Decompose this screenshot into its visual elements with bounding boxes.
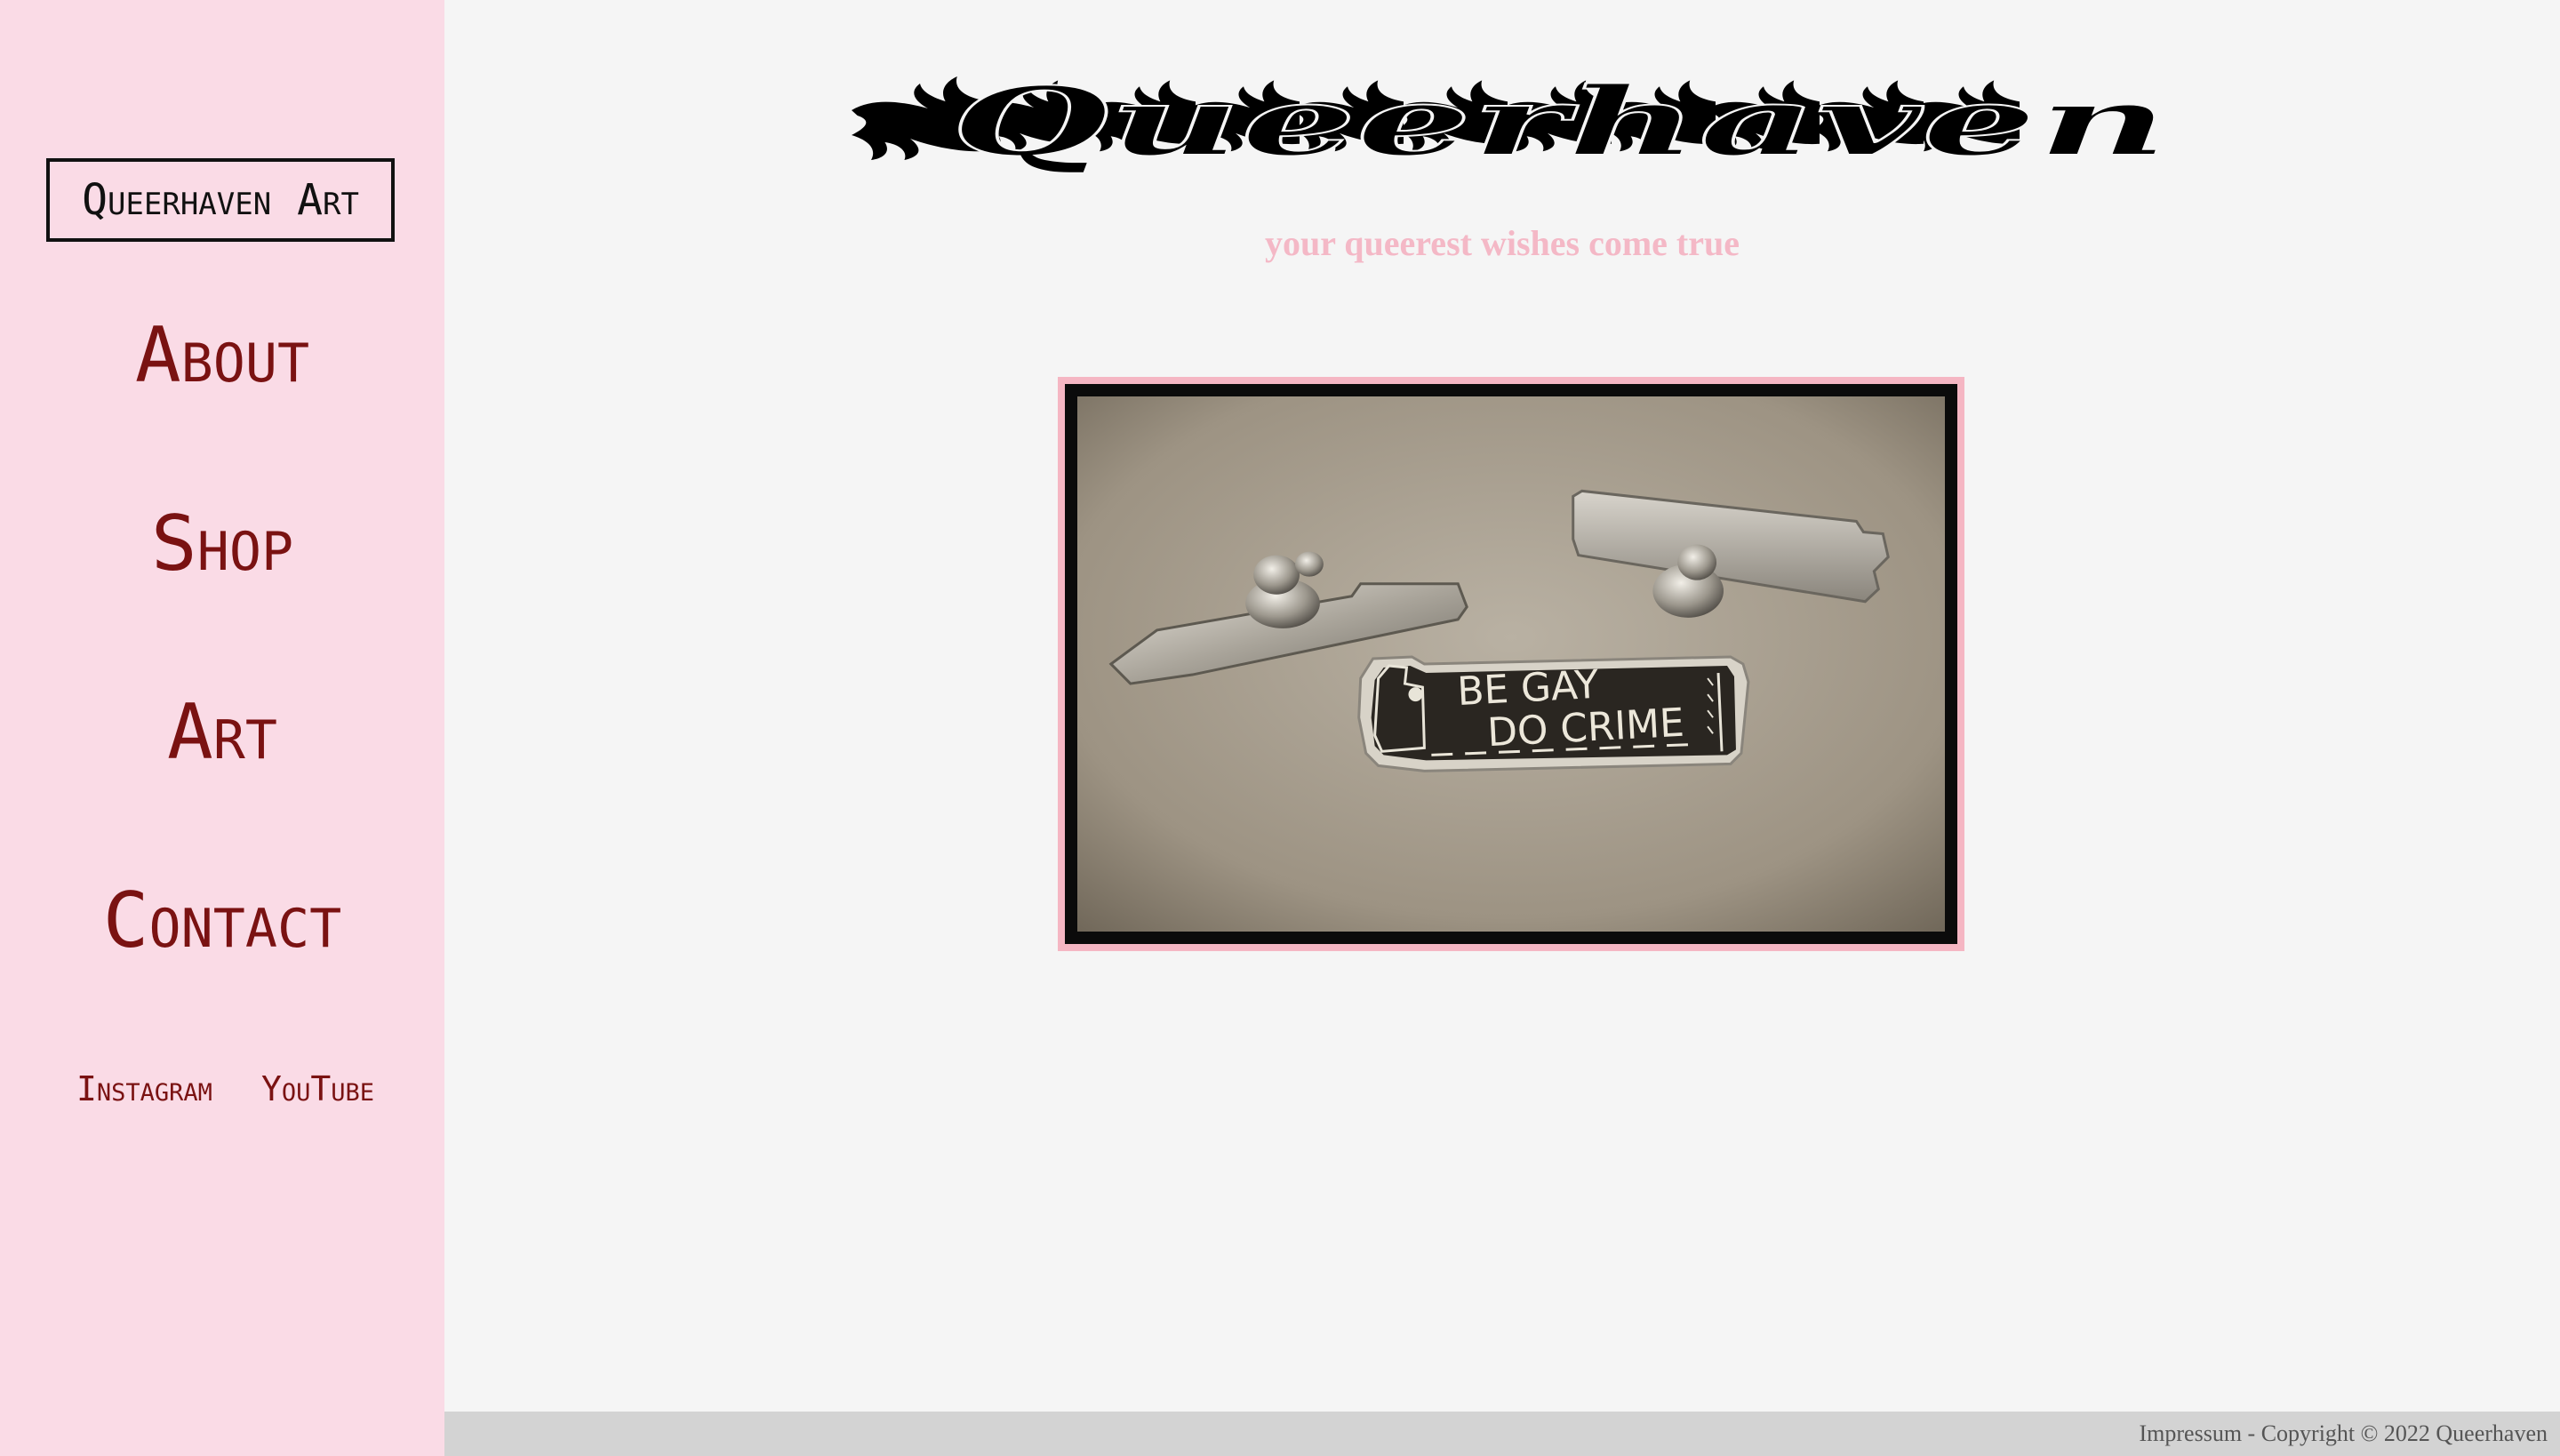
pin-front-be-gay-do-crime: BE GAY DO CRIME — [1357, 655, 1750, 772]
hero-image-frame: BE GAY DO CRIME — [1058, 377, 1964, 951]
logo-text: Queerhaven — [951, 66, 2169, 177]
instagram-link[interactable]: Instagram — [76, 1067, 212, 1111]
footer-copyright: Impressum - Copyright © 2022 Queerhaven — [2139, 1420, 2548, 1446]
nav-shop[interactable]: Shop — [0, 500, 444, 588]
nav-art[interactable]: Art — [0, 688, 444, 777]
youtube-link[interactable]: YouTube — [261, 1067, 374, 1111]
nav-about[interactable]: About — [0, 311, 444, 400]
hero-photo-enamel-pins: BE GAY DO CRIME — [1077, 396, 1945, 932]
nav-contact[interactable]: Contact — [0, 876, 444, 965]
sidebar: Queerhaven Art About Shop Art Contact In… — [0, 0, 444, 1456]
brand-link[interactable]: Queerhaven Art — [46, 158, 395, 242]
tagline: your queerest wishes come true — [1265, 223, 1740, 263]
site-logo[interactable]: Queerhaven — [852, 62, 2180, 178]
footer: Impressum - Copyright © 2022 Queerhaven — [444, 1412, 2560, 1456]
